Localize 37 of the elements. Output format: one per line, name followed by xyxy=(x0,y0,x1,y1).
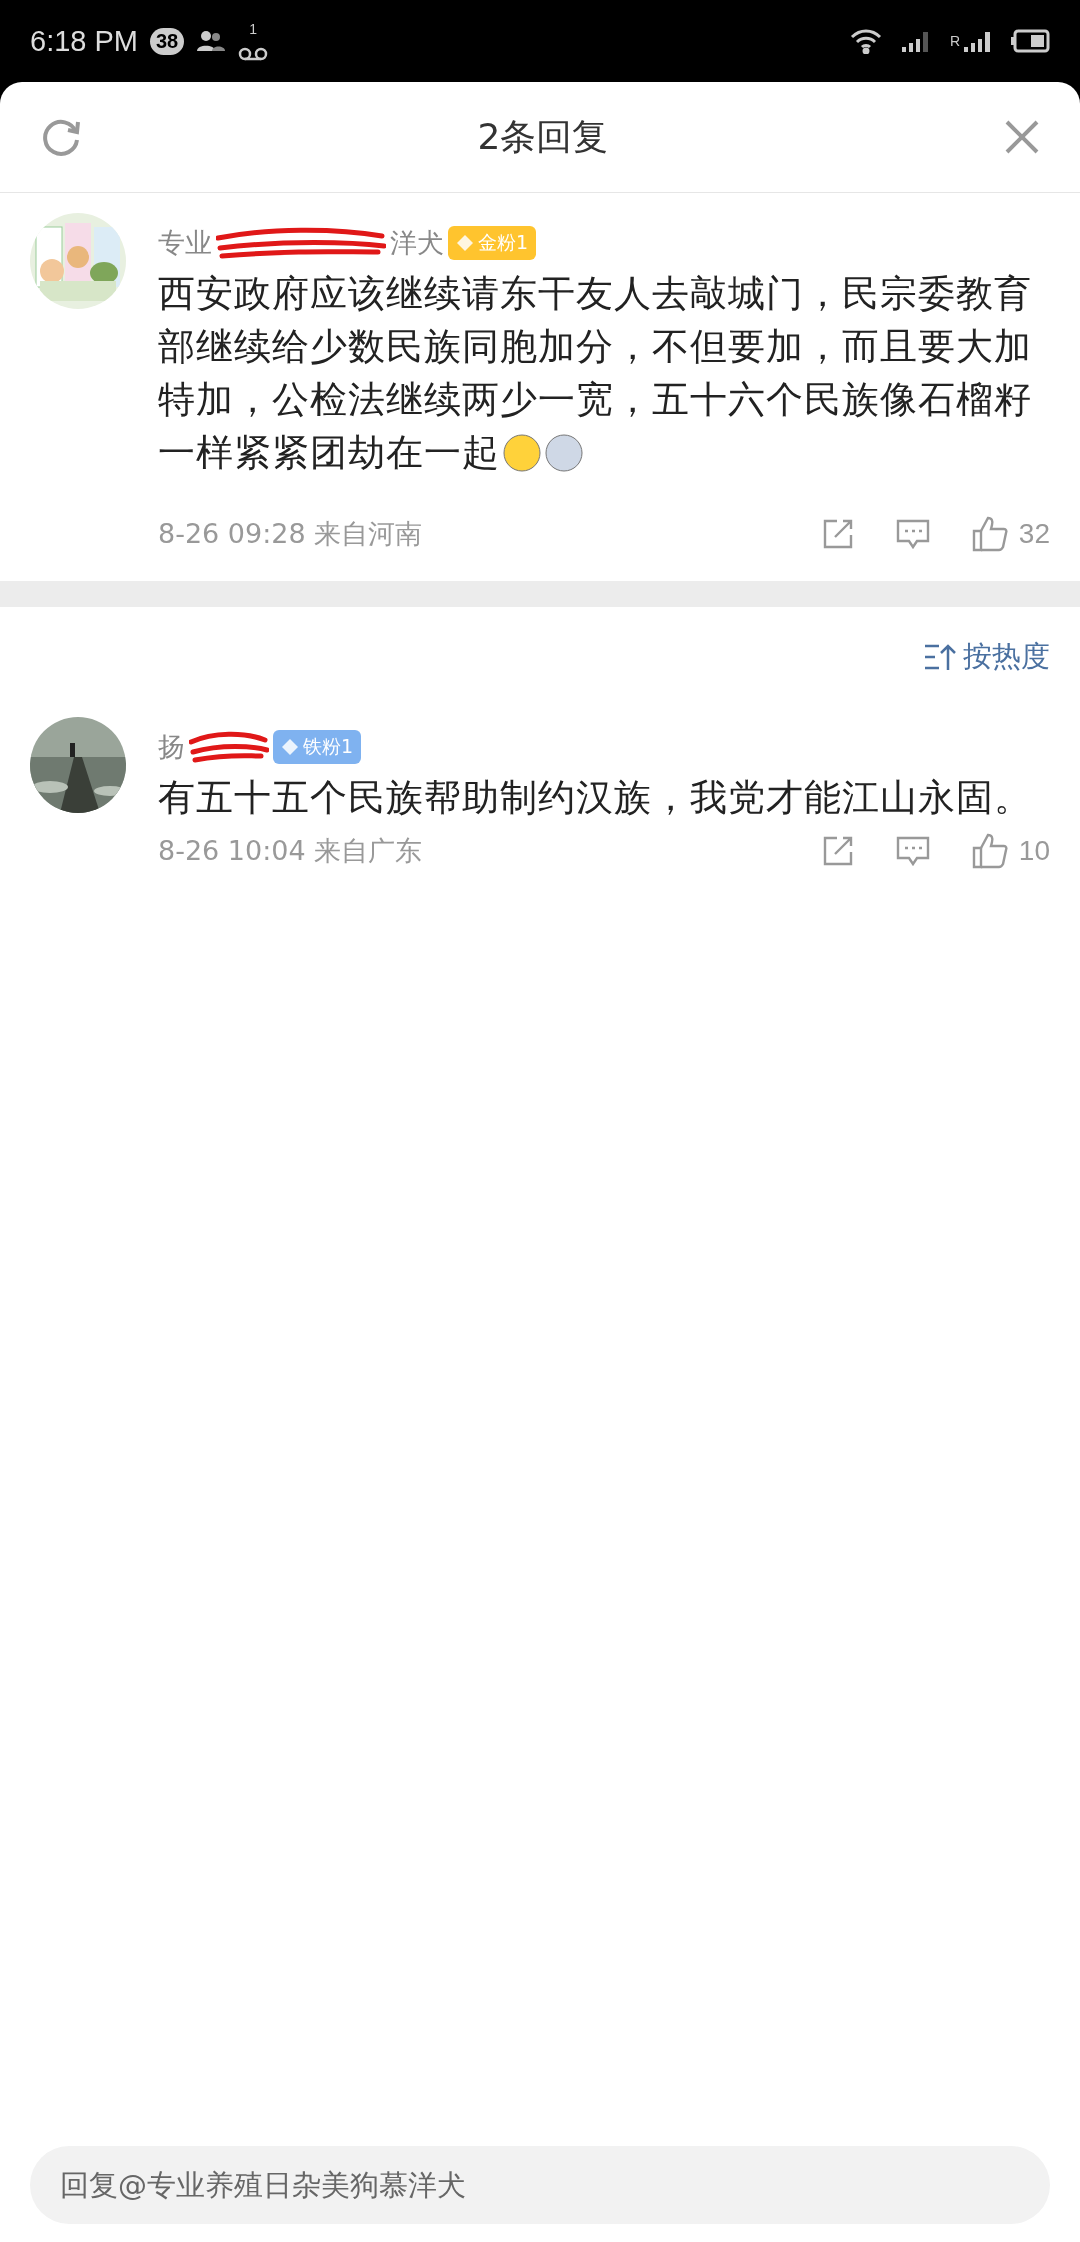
like-button[interactable]: 32 xyxy=(970,515,1050,553)
like-button[interactable]: 10 xyxy=(970,832,1050,870)
comment-meta: 8-26 10:04 来自广东 xyxy=(158,834,423,868)
thumbs-up-icon xyxy=(970,515,1009,553)
sheet-title: 2条回复 xyxy=(477,114,609,159)
comment-text: 西安政府应该继续请东干友人去敲城门，民宗委教育部继续给少数民族同胞加分，不但要加，而且要大加特加，公检法继续两少一宽，五十六个民族像石榴籽一样紧紧团劫在一起 xyxy=(158,271,1033,476)
comment-icon xyxy=(894,834,931,868)
comment-text: 有五十五个民族帮助制约汉族，我党才能江山永固。 xyxy=(158,775,1033,821)
contacts-icon xyxy=(196,29,227,53)
user-name[interactable]: 扬 xyxy=(158,729,185,765)
thumbs-up-icon xyxy=(970,832,1009,870)
close-button[interactable] xyxy=(1004,119,1040,155)
user-name[interactable]: 洋犬 xyxy=(390,225,444,261)
battery-icon xyxy=(1010,29,1050,53)
comment-icon xyxy=(894,517,931,551)
gem-icon xyxy=(281,738,299,756)
wifi-icon xyxy=(849,28,882,54)
voicemail-count: 1 xyxy=(249,21,258,37)
gem-icon xyxy=(456,234,474,252)
sort-button[interactable]: 按热度 xyxy=(923,637,1050,677)
like-count: 32 xyxy=(1018,518,1050,550)
status-time: 6:18 PM xyxy=(30,24,138,58)
comment-button[interactable] xyxy=(894,517,931,551)
user-name[interactable]: 专业 xyxy=(158,225,212,261)
fan-badge: 金粉1 xyxy=(448,226,537,260)
sort-icon xyxy=(923,642,957,672)
voicemail-icon xyxy=(238,47,269,61)
like-count: 10 xyxy=(1018,835,1050,867)
comment-meta: 8-26 09:28 来自河南 xyxy=(158,517,423,551)
emoji-icon xyxy=(544,433,584,473)
reply-field[interactable]: 回复@专业养殖日杂美狗慕洋犬 xyxy=(30,2146,1050,2224)
comment-button[interactable] xyxy=(894,834,931,868)
close-icon xyxy=(1004,119,1040,155)
emoji-icon xyxy=(502,433,542,473)
fan-badge: 铁粉1 xyxy=(273,730,362,764)
notification-count: 38 xyxy=(150,27,185,55)
roaming-label: R xyxy=(949,33,960,49)
